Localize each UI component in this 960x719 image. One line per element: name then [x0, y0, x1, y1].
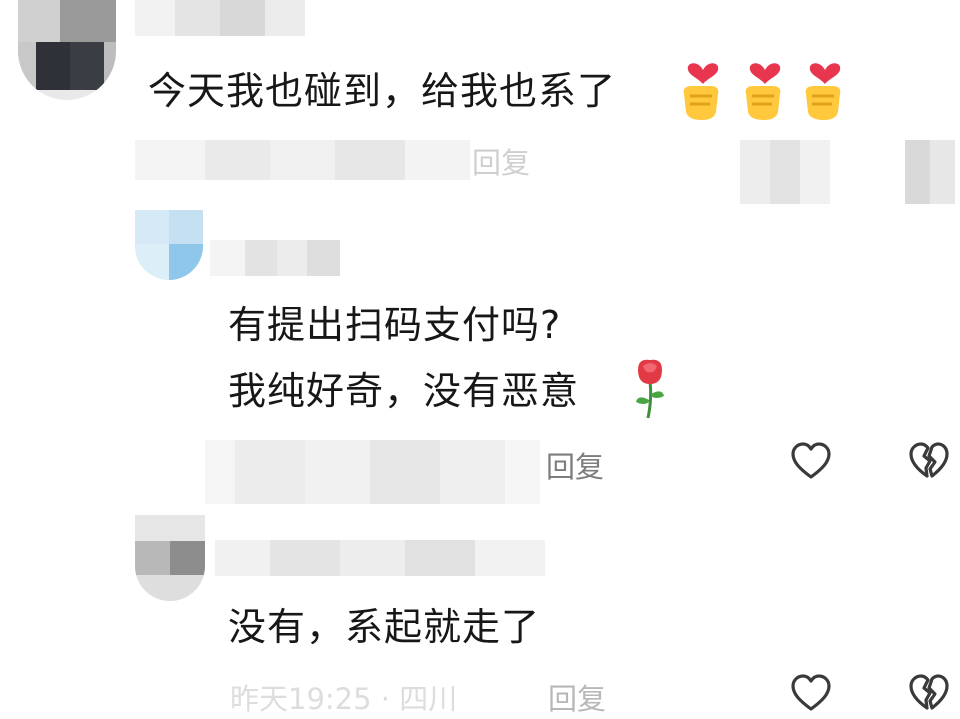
- like-count-blurred: [740, 140, 830, 204]
- finger-heart-icon: [738, 56, 792, 122]
- avatar[interactable]: [135, 210, 203, 280]
- broken-heart-icon: [909, 674, 949, 710]
- like-button[interactable]: [786, 668, 836, 718]
- comment-text-line-2: 我纯好奇，没有恶意: [228, 369, 580, 413]
- comment-text-line-1: 有提出扫码支付吗?: [228, 303, 562, 347]
- broken-heart-icon: [909, 442, 949, 478]
- reply-link[interactable]: 回复: [546, 444, 604, 486]
- like-button[interactable]: [786, 436, 836, 486]
- meta-timestamp-location: 昨天19:25 · 四川: [230, 682, 458, 716]
- reply-link[interactable]: 回复: [472, 140, 530, 182]
- finger-heart-icon: [798, 56, 852, 122]
- heart-outline-icon: [791, 442, 831, 479]
- comment-text: 没有，系起就走了: [228, 605, 541, 649]
- reply-link[interactable]: 回复: [548, 676, 606, 718]
- comment-text: 今天我也碰到，给我也系了: [148, 69, 617, 113]
- dislike-button[interactable]: [904, 436, 954, 486]
- username-blurred[interactable]: [135, 0, 305, 36]
- avatar[interactable]: [135, 515, 205, 601]
- meta-blurred: [135, 140, 470, 180]
- finger-heart-icon: [676, 56, 730, 122]
- meta-blurred: [205, 440, 540, 504]
- dislike-button[interactable]: [904, 668, 954, 718]
- avatar[interactable]: [18, 0, 116, 100]
- username-blurred[interactable]: [215, 540, 545, 576]
- rose-icon: [630, 356, 670, 420]
- heart-outline-icon: [791, 674, 831, 711]
- username-blurred[interactable]: [210, 240, 340, 276]
- like-count-blurred: [905, 140, 955, 204]
